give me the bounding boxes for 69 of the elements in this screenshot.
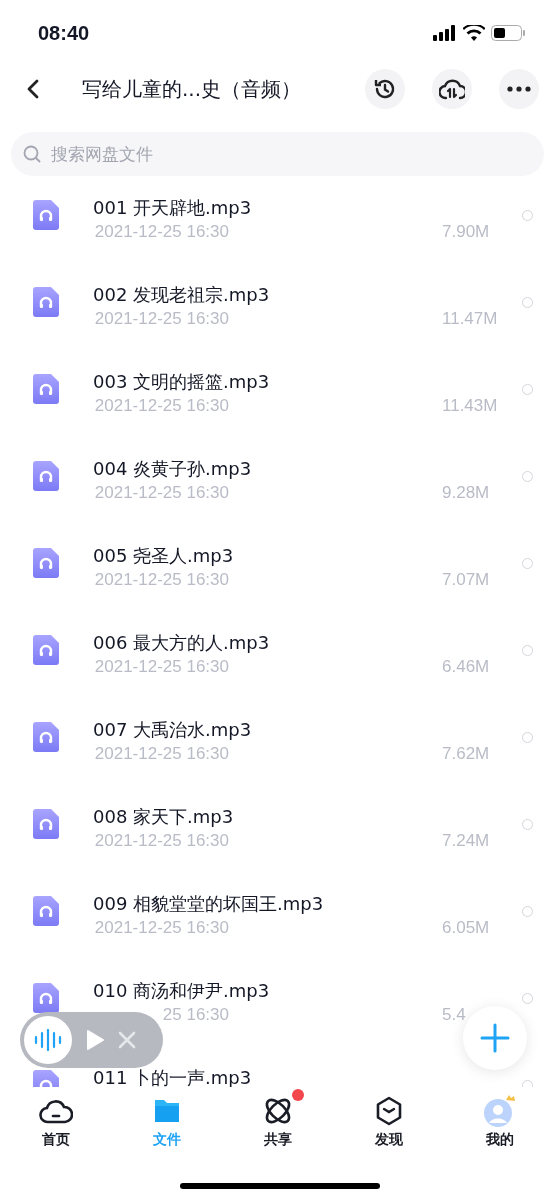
sound-wave-icon <box>34 1029 62 1051</box>
signal-icon <box>433 25 457 41</box>
file-name[interactable]: 011 卜的一声.mp3 <box>93 1066 252 1087</box>
cloud-icon <box>38 1097 73 1125</box>
file-name[interactable]: 008 家天下.mp3 <box>93 805 234 829</box>
file-date: 2021-12-25 16:30 <box>93 570 229 590</box>
file-name[interactable]: 003 文明的摇篮.mp3 <box>93 370 270 394</box>
file-name[interactable]: 009 相貌堂堂的坏国王.mp3 <box>93 892 324 916</box>
close-button[interactable] <box>118 1031 136 1049</box>
file-date: 2021-12-25 16:30 <box>93 831 229 851</box>
file-name[interactable]: 005 尧圣人.mp3 <box>93 544 234 568</box>
file-size: 7.07M <box>442 570 491 590</box>
audio-file-icon <box>33 461 59 491</box>
file-date: 2021-12-25 16:30 <box>93 918 229 938</box>
file-date: 2021-12-25 16:30 <box>93 744 229 764</box>
file-size: 9.28M <box>442 483 491 503</box>
wifi-icon <box>463 25 485 41</box>
file-name[interactable]: 004 炎黄子孙.mp3 <box>93 457 252 481</box>
plus-icon <box>480 1023 510 1053</box>
history-icon <box>373 77 397 101</box>
audio-file-icon <box>33 635 59 665</box>
file-date: 2021-12-25 16:30 <box>93 396 229 416</box>
audio-file-icon <box>33 896 59 926</box>
folder-icon <box>152 1098 181 1124</box>
file-date: 2021-12-25 16:30 <box>93 222 229 242</box>
audio-file-icon <box>33 548 59 578</box>
file-name[interactable]: 001 开天辟地.mp3 <box>93 196 252 220</box>
history-button[interactable] <box>365 69 405 109</box>
file-name[interactable]: 007 大禹治水.mp3 <box>93 718 252 742</box>
more-icon <box>507 86 531 92</box>
status-time: 08:40 <box>38 21 90 45</box>
cube-icon <box>374 1096 403 1126</box>
file-size: 6.46M <box>442 657 491 677</box>
tab-item[interactable]: 首页 <box>0 1093 111 1197</box>
play-button[interactable] <box>86 1029 104 1051</box>
file-date: 2021-12-25 16:30 <box>93 483 229 503</box>
search-bar[interactable]: 搜索网盘文件 <box>11 132 544 176</box>
more-button[interactable] <box>499 69 539 109</box>
tab-item[interactable]: 我的 <box>444 1093 555 1197</box>
file-date: 2021-12-25 16:30 <box>93 657 229 677</box>
audio-file-icon <box>33 287 59 317</box>
file-name[interactable]: 002 发现老祖宗.mp3 <box>93 283 270 307</box>
play-icon <box>86 1029 104 1051</box>
file-size: 6.05M <box>442 918 491 938</box>
avatar-icon <box>481 1094 518 1128</box>
audio-file-icon <box>33 983 59 1013</box>
file-size: 7.62M <box>442 744 491 764</box>
file-date: 2021-12-25 16:30 <box>93 309 229 329</box>
file-size: 11.47M <box>442 309 498 329</box>
tab-item[interactable]: 发现 <box>333 1093 444 1197</box>
file-size: 5.4 <box>442 1005 467 1025</box>
search-field[interactable]: 搜索网盘文件 <box>49 143 532 165</box>
file-name[interactable]: 010 商汤和伊尹.mp3 <box>93 979 270 1003</box>
file-date: 25 16:30 <box>161 1005 229 1025</box>
battery-icon <box>491 25 525 41</box>
cloud-transfer-button[interactable] <box>432 69 472 109</box>
file-name[interactable]: 006 最大方的人.mp3 <box>93 631 270 655</box>
audio-file-icon <box>33 722 59 752</box>
audio-file-icon <box>33 374 59 404</box>
audio-file-icon <box>33 200 59 230</box>
file-size: 11.43M <box>442 396 498 416</box>
file-size: 7.90M <box>442 222 491 242</box>
close-icon <box>118 1031 136 1049</box>
file-size: 7.24M <box>442 831 491 851</box>
cloud-transfer-icon <box>439 77 465 101</box>
page-title: 写给儿童的...史（音频） <box>82 75 303 103</box>
search-icon <box>23 145 41 163</box>
audio-wave-button[interactable] <box>24 1016 72 1064</box>
audio-file-icon <box>33 809 59 839</box>
